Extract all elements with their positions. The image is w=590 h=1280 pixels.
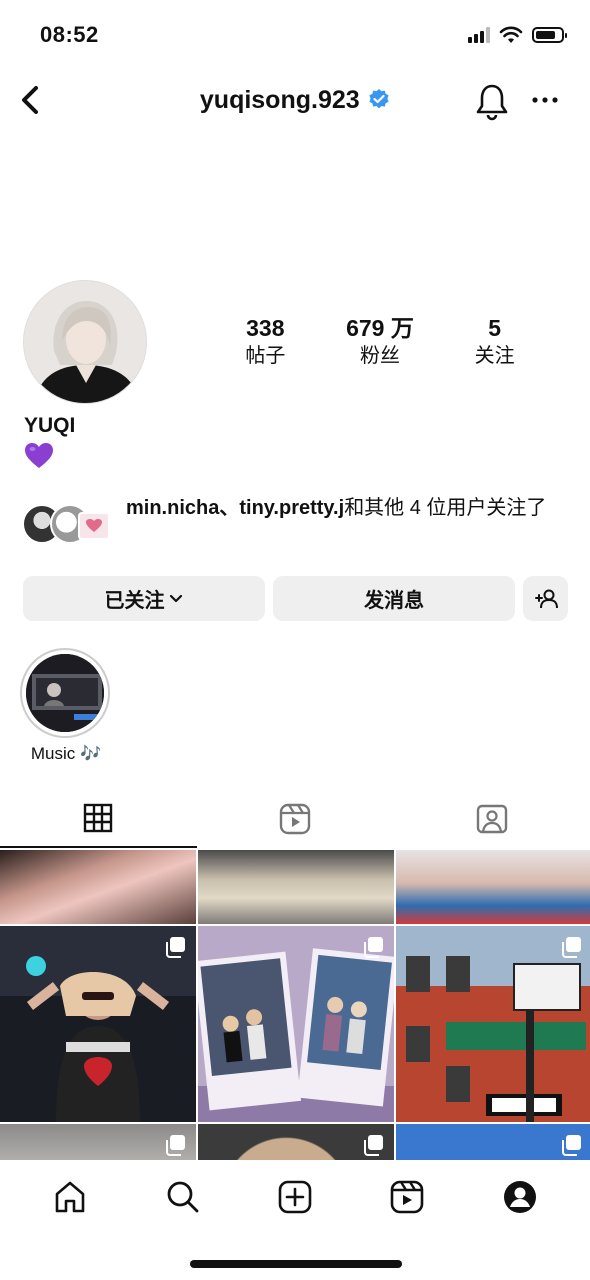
following-button[interactable]: 已关注 <box>23 576 266 621</box>
profile-stats: 338 帖子 679 万 粉丝 5 关注 <box>208 314 552 370</box>
multiple-posts-icon <box>364 937 383 958</box>
search-icon <box>167 1181 198 1213</box>
posts-grid <box>0 850 590 1160</box>
chevron-down-icon <box>169 594 182 602</box>
mutual-rest: 和其他 4 位用户关注了 <box>344 497 547 519</box>
create-icon <box>278 1180 312 1214</box>
post-thumbnail[interactable] <box>396 926 590 1122</box>
highlight-label: Music 🎶 <box>30 744 102 763</box>
nav-search[interactable] <box>153 1167 213 1227</box>
highlight-cover <box>26 654 104 732</box>
status-bar: 08:52 <box>0 0 590 70</box>
cellular-signal-icon <box>468 27 490 43</box>
mutual-avatars <box>22 494 114 544</box>
profile-icon <box>503 1181 536 1213</box>
message-label: 发消息 <box>364 590 425 612</box>
verified-badge-icon <box>369 89 389 109</box>
more-horizontal-icon <box>532 97 558 103</box>
post-thumbnail[interactable] <box>0 926 196 1122</box>
purple-heart-icon <box>24 442 54 475</box>
post-thumbnail[interactable] <box>198 1124 394 1160</box>
multiple-posts-icon <box>562 937 581 958</box>
multiple-posts-icon <box>364 1135 383 1156</box>
following-label: 已关注 <box>104 590 165 612</box>
username: yuqisong.923 <box>199 86 360 114</box>
status-icons <box>468 26 567 44</box>
reels-icon <box>391 1180 424 1214</box>
notifications-button[interactable] <box>474 82 510 127</box>
home-icon <box>55 1181 85 1213</box>
multiple-posts-icon <box>166 937 185 958</box>
stat-value: 338 <box>246 315 285 341</box>
avatar <box>78 512 110 540</box>
post-thumbnail[interactable] <box>396 850 590 924</box>
post-thumbnail[interactable] <box>198 926 394 1122</box>
nav-profile[interactable] <box>490 1167 550 1227</box>
more-options-button[interactable] <box>530 90 560 115</box>
bottom-navigation <box>0 1160 590 1234</box>
profile-avatar[interactable] <box>23 280 147 404</box>
nav-reels[interactable] <box>377 1167 437 1227</box>
display-name: YUQI <box>24 414 76 437</box>
tab-tagged[interactable] <box>393 790 590 848</box>
battery-icon <box>532 27 567 43</box>
multiple-posts-icon <box>562 1135 581 1156</box>
stat-followers[interactable]: 679 万 粉丝 <box>325 314 435 370</box>
message-button[interactable]: 发消息 <box>273 576 516 621</box>
tab-posts[interactable] <box>0 790 197 848</box>
post-thumbnail[interactable] <box>0 1124 196 1160</box>
stat-label: 帖子 <box>245 345 286 367</box>
tab-reels[interactable] <box>197 790 394 848</box>
stat-value: 5 <box>488 315 502 341</box>
post-thumbnail[interactable] <box>198 850 394 924</box>
wifi-icon <box>499 26 523 43</box>
home-indicator[interactable] <box>190 1260 402 1268</box>
profile-header: yuqisong.923 <box>0 72 590 130</box>
multiple-posts-icon <box>166 1135 185 1156</box>
suggest-users-button[interactable] <box>523 576 568 621</box>
stat-posts[interactable]: 338 帖子 <box>210 314 320 370</box>
followed-by-text: min.nicha、tiny.pretty.j和其他 4 位用户关注了 <box>126 494 546 523</box>
reels-icon <box>279 803 311 834</box>
grid-icon <box>84 803 113 833</box>
post-thumbnail[interactable] <box>0 850 196 924</box>
stat-label: 关注 <box>474 345 515 367</box>
mutual-usernames: min.nicha、tiny.pretty.j <box>126 497 345 519</box>
followed-by[interactable]: min.nicha、tiny.pretty.j和其他 4 位用户关注了 <box>22 494 572 544</box>
stat-label: 粉丝 <box>359 345 400 367</box>
profile-actions: 已关注 发消息 <box>23 576 568 621</box>
nav-home[interactable] <box>40 1167 100 1227</box>
add-user-icon <box>534 589 558 608</box>
status-time: 08:52 <box>40 22 99 47</box>
nav-create[interactable] <box>265 1167 325 1227</box>
stat-value: 679 万 <box>346 315 414 341</box>
tagged-icon <box>476 804 507 833</box>
post-thumbnail[interactable] <box>396 1124 590 1160</box>
story-highlight[interactable]: Music 🎶 <box>20 648 112 764</box>
stat-following[interactable]: 5 关注 <box>440 314 550 370</box>
profile-tabs <box>0 790 590 848</box>
highlight-cover-ring <box>20 648 110 738</box>
bell-icon <box>476 84 508 121</box>
